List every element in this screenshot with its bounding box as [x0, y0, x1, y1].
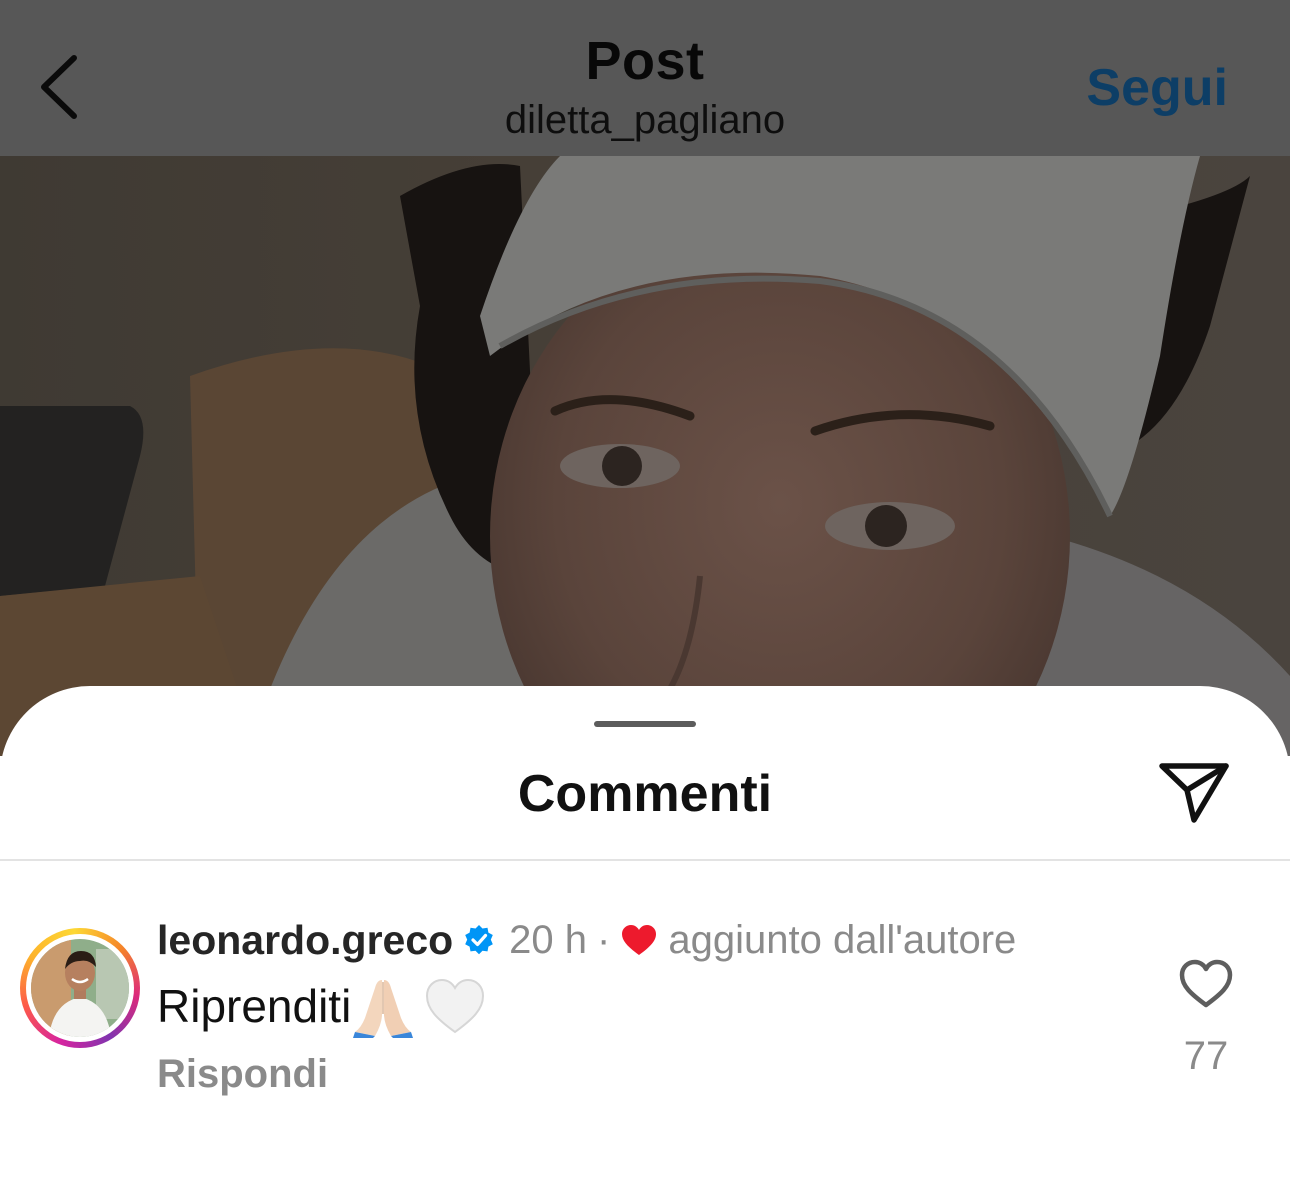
- top-bar: Post diletta_pagliano Segui: [0, 0, 1290, 156]
- comment-body: Riprenditi: [157, 974, 487, 1038]
- comment-item: leonardo.greco 20 h · aggiunto dall'auto…: [0, 916, 1290, 1116]
- comment-timestamp: 20 h: [509, 917, 588, 962]
- follow-button[interactable]: Segui: [1086, 58, 1228, 118]
- comment-meta: leonardo.greco 20 h · aggiunto dall'auto…: [157, 916, 1016, 964]
- comment-text: Riprenditi: [157, 980, 352, 1032]
- post-photo[interactable]: [0, 156, 1290, 756]
- heart-outline-icon: [1179, 959, 1233, 1008]
- divider: [0, 859, 1290, 861]
- meta-separator: ·: [597, 917, 611, 962]
- like-count: 77: [1183, 1034, 1229, 1078]
- liked-by-author-label: aggiunto dall'autore: [668, 917, 1017, 962]
- avatar-photo: [31, 939, 129, 1037]
- comment-username[interactable]: leonardo.greco: [157, 917, 453, 964]
- sheet-drag-handle[interactable]: [594, 721, 696, 727]
- comments-title: Commenti: [517, 765, 773, 823]
- instagram-post-screen: Post diletta_pagliano Segui Commenti leo…: [0, 0, 1290, 1183]
- comments-sheet: Commenti leonardo.greco 20 h · aggiunto …: [0, 686, 1290, 1183]
- share-button[interactable]: [1156, 760, 1232, 826]
- verified-badge-icon: [465, 925, 493, 955]
- send-icon: [1159, 763, 1229, 823]
- avatar[interactable]: [20, 928, 140, 1048]
- white-heart-emoji-icon: [426, 978, 485, 1034]
- author-liked-heart-icon: [622, 925, 657, 955]
- like-comment-button[interactable]: [1178, 958, 1234, 1010]
- reply-button[interactable]: Rispondi: [157, 1052, 328, 1097]
- folded-hands-emoji-icon: [353, 980, 414, 1038]
